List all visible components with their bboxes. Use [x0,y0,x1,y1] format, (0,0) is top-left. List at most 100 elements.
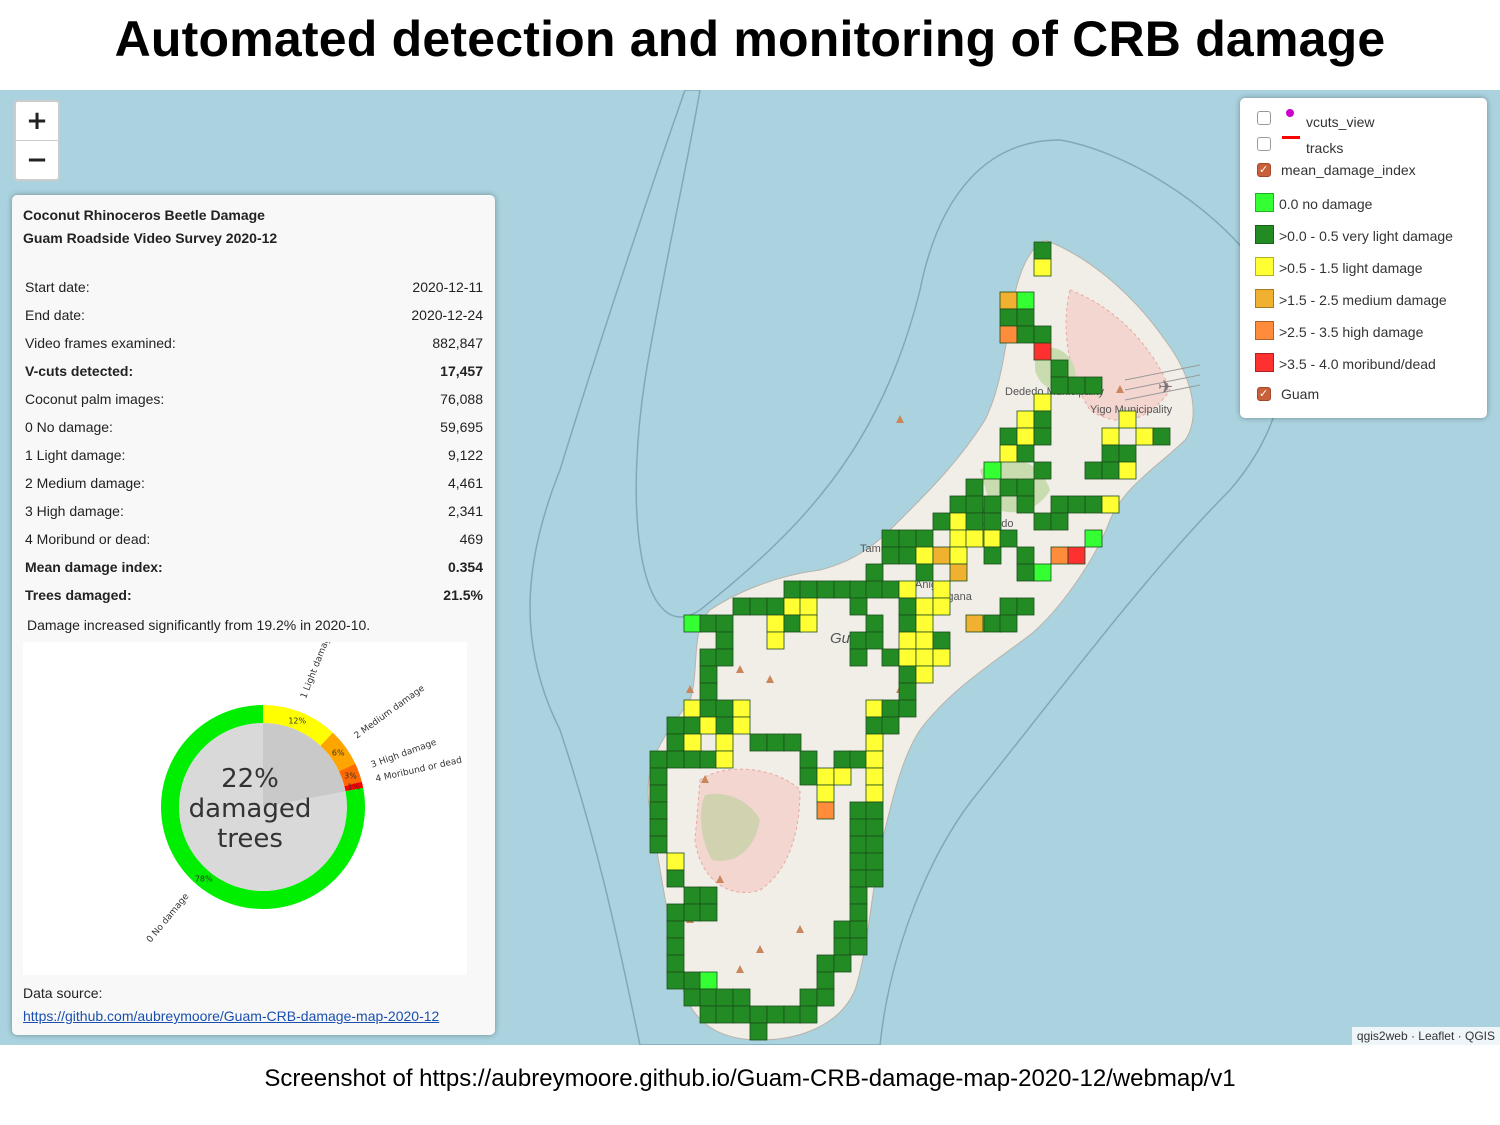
damage-cell[interactable] [898,614,917,633]
damage-cell[interactable] [1016,325,1035,344]
damage-cell[interactable] [816,580,835,599]
damage-cell[interactable] [766,597,785,616]
damage-cell[interactable] [1016,495,1035,514]
damage-cell[interactable] [949,529,968,548]
damage-cell[interactable] [865,750,884,769]
damage-cell[interactable] [833,954,852,973]
damage-cell[interactable] [699,1005,718,1024]
damage-cell[interactable] [666,750,685,769]
layer-checkbox[interactable] [1257,137,1271,151]
damage-cell[interactable] [865,767,884,786]
damage-cell[interactable] [849,631,868,650]
damage-cell[interactable] [749,1022,768,1041]
damage-cell[interactable] [1084,376,1103,395]
damage-cell[interactable] [683,971,702,990]
damage-cell[interactable] [915,563,934,582]
damage-cell[interactable] [833,750,852,769]
damage-cell[interactable] [1016,444,1035,463]
damage-cell[interactable] [732,988,751,1007]
damage-cell[interactable] [898,682,917,701]
damage-cell[interactable] [865,580,884,599]
damage-cell[interactable] [881,580,900,599]
damage-cell[interactable] [783,614,802,633]
damage-cell[interactable] [1050,512,1069,531]
damage-cell[interactable] [715,750,734,769]
damage-cell[interactable] [732,597,751,616]
zoom-in-button[interactable]: + [16,102,58,140]
damage-cell[interactable] [649,750,668,769]
damage-cell[interactable] [699,699,718,718]
damage-cell[interactable] [849,801,868,820]
damage-cell[interactable] [849,835,868,854]
damage-cell[interactable] [1033,342,1052,361]
damage-cell[interactable] [799,767,818,786]
damage-cell[interactable] [1152,427,1171,446]
damage-cell[interactable] [1067,495,1086,514]
damage-cell[interactable] [932,546,951,565]
damage-cell[interactable] [1084,529,1103,548]
damage-cell[interactable] [865,563,884,582]
damage-cell[interactable] [1016,410,1035,429]
map-attribution[interactable]: qgis2web · Leaflet · QGIS [1351,1027,1500,1045]
damage-cell[interactable] [1135,427,1154,446]
damage-cell[interactable] [683,699,702,718]
damage-cell[interactable] [783,580,802,599]
damage-cell[interactable] [833,920,852,939]
damage-cell[interactable] [766,631,785,650]
damage-cell[interactable] [715,1005,734,1024]
damage-cell[interactable] [783,733,802,752]
damage-cell[interactable] [683,614,702,633]
damage-cell[interactable] [1033,241,1052,260]
damage-cell[interactable] [649,801,668,820]
damage-cell[interactable] [865,716,884,735]
damage-cell[interactable] [715,648,734,667]
damage-cell[interactable] [849,937,868,956]
damage-cell[interactable] [749,733,768,752]
damage-cell[interactable] [783,1005,802,1024]
damage-cell[interactable] [1016,597,1035,616]
damage-cell[interactable] [666,937,685,956]
damage-cell[interactable] [715,699,734,718]
damage-cell[interactable] [881,529,900,548]
damage-cell[interactable] [983,512,1002,531]
damage-cell[interactable] [666,920,685,939]
damage-cell[interactable] [1033,393,1052,412]
damage-cell[interactable] [1033,427,1052,446]
damage-cell[interactable] [965,512,984,531]
damage-cell[interactable] [849,580,868,599]
damage-cell[interactable] [683,716,702,735]
damage-cell[interactable] [849,750,868,769]
damage-cell[interactable] [1016,308,1035,327]
damage-cell[interactable] [965,495,984,514]
damage-cell[interactable] [666,716,685,735]
damage-cell[interactable] [949,512,968,531]
damage-cell[interactable] [715,988,734,1007]
damage-cell[interactable] [898,529,917,548]
zoom-out-button[interactable]: − [16,140,58,179]
damage-cell[interactable] [1118,410,1137,429]
damage-cell[interactable] [732,1005,751,1024]
damage-cell[interactable] [649,818,668,837]
layer-checkbox[interactable] [1257,384,1271,404]
damage-cell[interactable] [915,546,934,565]
data-source-link[interactable]: https://github.com/aubreymoore/Guam-CRB-… [23,1008,439,1024]
damage-cell[interactable] [666,869,685,888]
damage-cell[interactable] [799,1005,818,1024]
damage-cell[interactable] [1118,444,1137,463]
damage-cell[interactable] [699,665,718,684]
damage-cell[interactable] [1016,563,1035,582]
damage-cell[interactable] [833,937,852,956]
damage-cell[interactable] [849,818,868,837]
damage-cell[interactable] [898,546,917,565]
damage-cell[interactable] [816,988,835,1007]
damage-cell[interactable] [1084,495,1103,514]
damage-cell[interactable] [932,580,951,599]
damage-cell[interactable] [783,597,802,616]
damage-cell[interactable] [749,1005,768,1024]
damage-cell[interactable] [865,733,884,752]
damage-cell[interactable] [699,886,718,905]
damage-cell[interactable] [683,750,702,769]
damage-cell[interactable] [915,648,934,667]
damage-cell[interactable] [1050,359,1069,378]
damage-cell[interactable] [699,614,718,633]
